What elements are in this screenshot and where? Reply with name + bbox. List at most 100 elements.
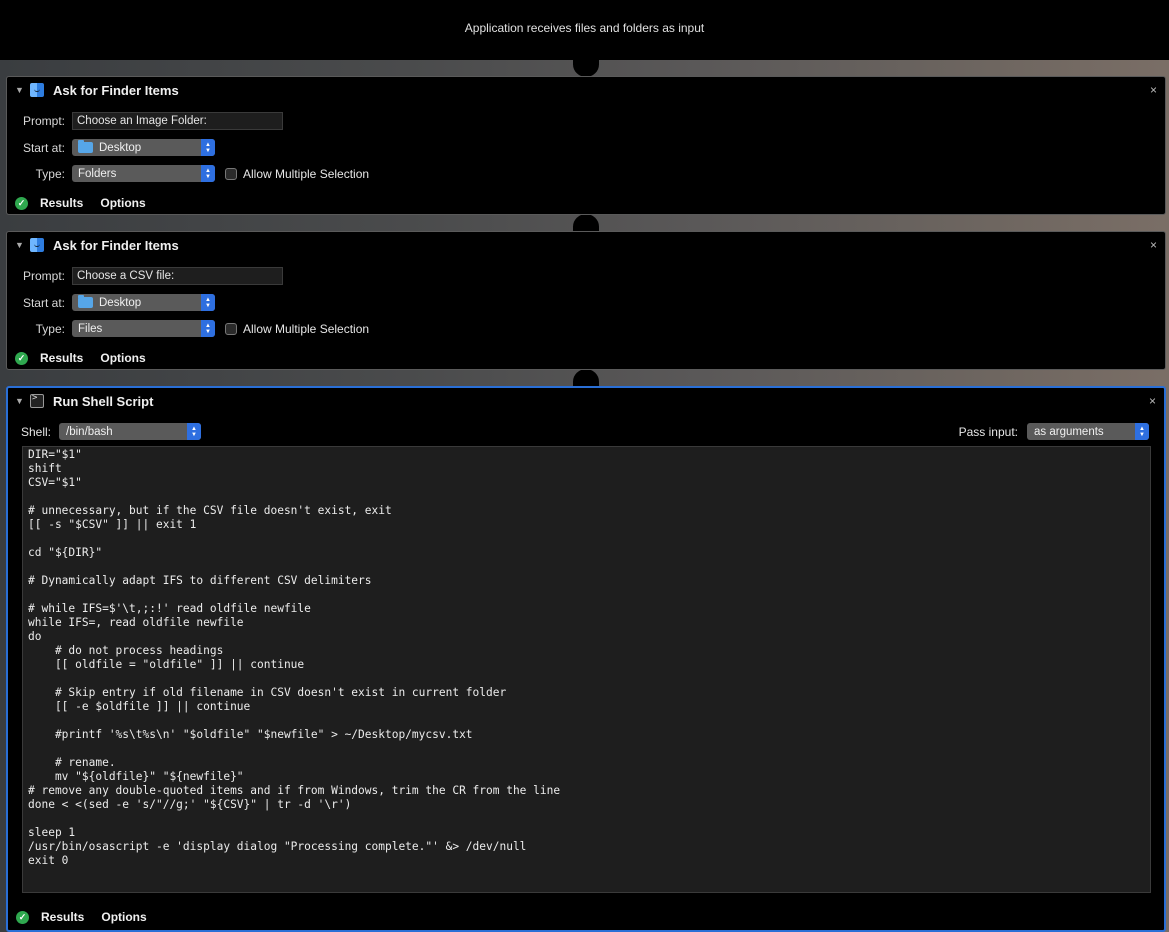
- disclosure-triangle-icon[interactable]: ▼: [15, 240, 25, 250]
- action-bottom-bar: ✓ Results Options: [15, 351, 146, 365]
- script-line: [28, 812, 1145, 826]
- script-line: [[ -s "$CSV" ]] || exit 1: [28, 518, 197, 531]
- chevron-updown-icon: ▲ ▼: [187, 423, 202, 440]
- action-title: Run Shell Script: [53, 393, 154, 409]
- start-at-label: Start at:: [22, 140, 65, 155]
- script-line: do: [28, 630, 42, 643]
- results-tab[interactable]: Results: [41, 910, 84, 924]
- start-at-value: Desktop: [99, 141, 142, 154]
- type-value: Folders: [78, 167, 117, 180]
- type-value: Files: [78, 322, 103, 335]
- start-at-row: Start at: Desktop ▲ ▼: [7, 139, 215, 156]
- start-at-popup[interactable]: Desktop ▲ ▼: [72, 139, 215, 156]
- action-bottom-bar: ✓ Results Options: [15, 196, 146, 210]
- connector-top: [573, 59, 599, 77]
- type-popup[interactable]: Folders ▲ ▼: [72, 165, 215, 182]
- folder-icon: [78, 140, 93, 153]
- terminal-icon: [30, 393, 44, 408]
- finder-icon: [30, 83, 44, 97]
- script-line: [28, 588, 1145, 602]
- script-line: [28, 672, 1145, 686]
- script-line: CSV="$1": [28, 476, 82, 489]
- action-title: Ask for Finder Items: [53, 82, 179, 98]
- type-row: Type: Folders ▲ ▼ Allow Multiple Selectio…: [7, 165, 369, 182]
- script-line: # Skip entry if old filename in CSV does…: [28, 686, 507, 699]
- script-line: done < <(sed -e 's/"//g;' "${CSV}" | tr …: [28, 798, 352, 811]
- prompt-value: Choose an Image Folder:: [77, 115, 207, 127]
- shell-popup[interactable]: /bin/bash ▲ ▼: [59, 423, 202, 440]
- action-title-bar[interactable]: ▼ Ask for Finder Items: [7, 232, 1165, 258]
- chevron-updown-icon: ▲ ▼: [201, 320, 215, 337]
- script-line: [28, 714, 1145, 728]
- chevron-updown-icon: ▲ ▼: [201, 139, 215, 156]
- script-line: # unnecessary, but if the CSV file doesn…: [28, 504, 392, 517]
- pass-input-popup[interactable]: as arguments ▲ ▼: [1027, 423, 1149, 440]
- close-icon[interactable]: ×: [1150, 83, 1157, 97]
- chevron-updown-icon: ▲ ▼: [201, 294, 215, 311]
- shell-label: Shell:: [21, 424, 52, 439]
- pass-input-label: Pass input:: [958, 424, 1018, 439]
- results-tab[interactable]: Results: [40, 196, 83, 210]
- prompt-label: Prompt:: [22, 269, 65, 283]
- prompt-input[interactable]: Choose a CSV file:: [72, 267, 283, 285]
- script-line: while IFS=, read oldfile newfile: [28, 616, 244, 629]
- type-label: Type:: [35, 321, 65, 336]
- script-line: # while IFS=$'\t,;:!' read oldfile newfi…: [28, 602, 311, 615]
- action-title-bar[interactable]: ▼ Ask for Finder Items: [7, 77, 1165, 103]
- script-line: sleep 1: [28, 826, 76, 839]
- allow-multiple-checkbox[interactable]: [225, 167, 237, 180]
- finder-icon: [30, 238, 44, 252]
- options-tab[interactable]: Options: [100, 196, 145, 210]
- script-line: [28, 560, 1145, 574]
- start-at-popup[interactable]: Desktop ▲ ▼: [72, 294, 215, 311]
- script-line: DIR="$1": [28, 448, 82, 461]
- script-line: [[ oldfile = "oldfile" ]] || continue: [28, 658, 305, 671]
- shell-row: Shell: /bin/bash ▲ ▼: [21, 423, 202, 440]
- connector-1-2-in: [573, 214, 599, 232]
- chevron-updown-icon: ▲ ▼: [201, 165, 215, 182]
- prompt-label: Prompt:: [22, 114, 65, 128]
- type-popup[interactable]: Files ▲ ▼: [72, 320, 215, 337]
- allow-multiple-label: Allow Multiple Selection: [243, 166, 370, 181]
- close-icon[interactable]: ×: [1149, 394, 1156, 408]
- start-at-value: Desktop: [99, 296, 142, 309]
- prompt-input[interactable]: Choose an Image Folder:: [72, 112, 283, 130]
- script-line: exit 0: [28, 854, 69, 867]
- options-tab[interactable]: Options: [100, 351, 145, 365]
- script-line: shift: [28, 462, 62, 475]
- action-title: Ask for Finder Items: [53, 237, 179, 253]
- workflow-input-description: Application receives files and folders a…: [464, 21, 705, 35]
- shell-value: /bin/bash: [66, 425, 113, 438]
- action-ask-for-finder-items-2[interactable]: ▼ Ask for Finder Items × Prompt: Choose …: [6, 231, 1166, 370]
- success-check-icon: ✓: [15, 351, 28, 365]
- success-check-icon: ✓: [16, 910, 29, 924]
- script-line: # remove any double-quoted items and if …: [28, 784, 561, 797]
- workflow-input-header: Application receives files and folders a…: [0, 0, 1169, 60]
- pass-input-value: as arguments: [1034, 425, 1104, 438]
- script-line: # do not process headings: [28, 644, 224, 657]
- success-check-icon: ✓: [15, 196, 28, 210]
- script-line: [[ -e $oldfile ]] || continue: [28, 700, 251, 713]
- type-label: Type:: [35, 166, 65, 181]
- prompt-row: Prompt: Choose a CSV file:: [7, 267, 283, 285]
- action-run-shell-script[interactable]: ▼ Run Shell Script × Shell: /bin/bash ▲▼…: [6, 386, 1166, 932]
- action-title-bar[interactable]: ▼ Run Shell Script: [8, 388, 1164, 414]
- close-icon[interactable]: ×: [1150, 238, 1157, 252]
- chevron-updown-icon: ▲ ▼: [1135, 423, 1149, 440]
- disclosure-triangle-icon[interactable]: ▼: [15, 85, 25, 95]
- allow-multiple-label: Allow Multiple Selection: [243, 321, 370, 336]
- results-tab[interactable]: Results: [40, 351, 83, 365]
- start-at-row: Start at: Desktop ▲ ▼: [7, 294, 215, 311]
- action-bottom-bar: ✓ Results Options: [16, 910, 147, 924]
- folder-icon: [78, 295, 93, 308]
- disclosure-triangle-icon[interactable]: ▼: [15, 396, 25, 406]
- script-editor[interactable]: DIR="$1" shift CSV="$1" # unnecessary, but …: [22, 446, 1151, 893]
- allow-multiple-checkbox[interactable]: [225, 322, 237, 335]
- script-line: #printf '%s\t%s\n' "$oldfile" "$newfile"…: [28, 728, 473, 741]
- action-ask-for-finder-items-1[interactable]: ▼ Ask for Finder Items × Prompt: Choose …: [6, 76, 1166, 215]
- script-line: /usr/bin/osascript -e 'display dialog "P…: [28, 840, 527, 853]
- script-line: [28, 742, 1145, 756]
- prompt-value: Choose a CSV file:: [77, 270, 175, 282]
- options-tab[interactable]: Options: [101, 910, 146, 924]
- script-line: cd "${DIR}": [28, 546, 103, 559]
